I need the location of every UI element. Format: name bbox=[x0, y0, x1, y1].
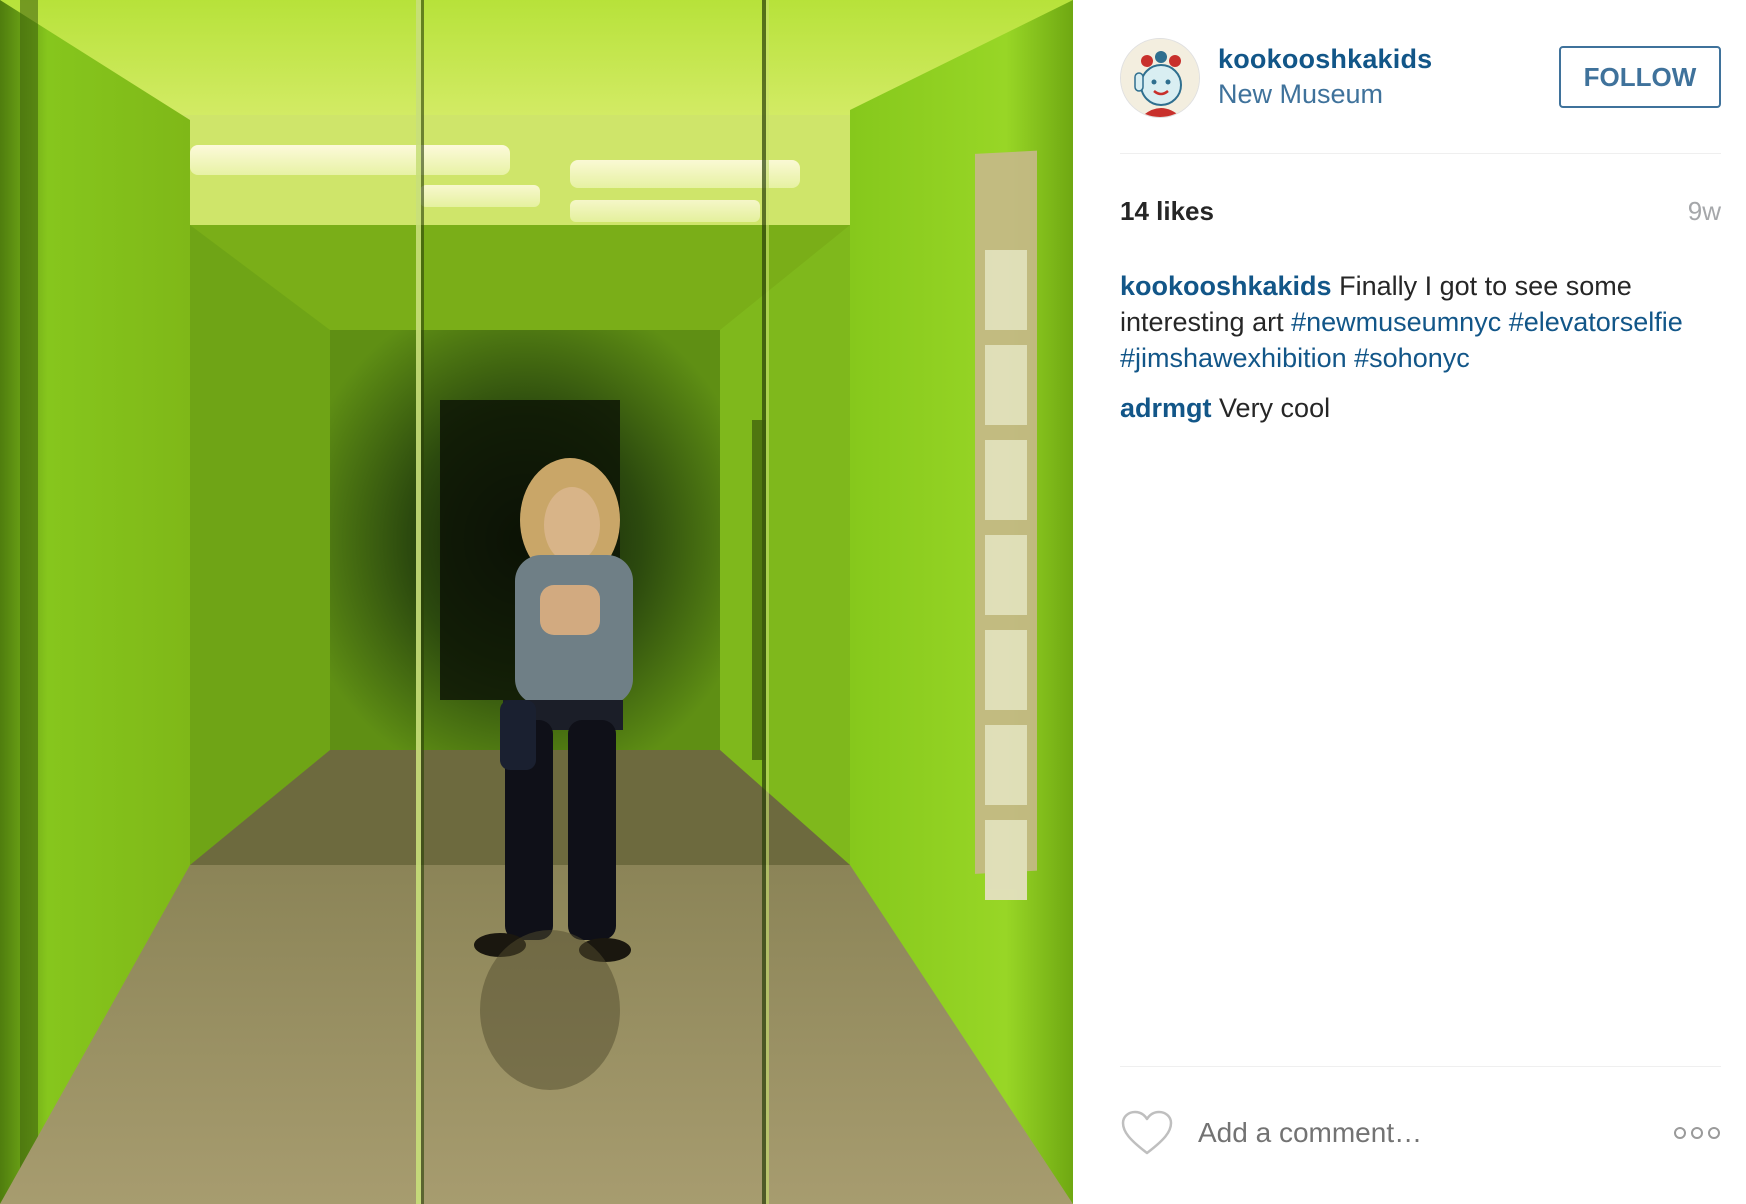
post-location[interactable]: New Museum bbox=[1218, 79, 1383, 110]
avatar[interactable] bbox=[1120, 38, 1200, 118]
post-stats: 14 likes 9w bbox=[1120, 196, 1721, 232]
post-username[interactable]: kookooshkakids bbox=[1218, 44, 1432, 75]
post-time-ago[interactable]: 9w bbox=[1688, 196, 1721, 227]
comment-item: adrmgt Very cool bbox=[1120, 390, 1721, 426]
avatar-icon bbox=[1121, 39, 1199, 117]
post-details-panel: kookooshkakids New Museum FOLLOW 14 like… bbox=[1073, 0, 1746, 1204]
comment-username[interactable]: adrmgt bbox=[1120, 393, 1212, 423]
post-header: kookooshkakids New Museum FOLLOW bbox=[1120, 38, 1721, 154]
hashtag-link[interactable]: #jimshawexhibition bbox=[1120, 343, 1347, 373]
add-comment-input[interactable] bbox=[1198, 1111, 1638, 1155]
heart-icon[interactable] bbox=[1120, 1109, 1174, 1157]
hashtag-link[interactable]: #newmuseumnyc bbox=[1291, 307, 1501, 337]
comment-bar bbox=[1120, 1066, 1721, 1204]
comment-list: kookooshkakids Finally I got to see some… bbox=[1120, 268, 1721, 440]
instagram-post: kookooshkakids New Museum FOLLOW 14 like… bbox=[0, 0, 1746, 1204]
post-photo[interactable] bbox=[0, 0, 1073, 1204]
more-options-icon[interactable] bbox=[1673, 1125, 1721, 1141]
caption-username[interactable]: kookooshkakids bbox=[1120, 271, 1332, 301]
likes-count[interactable]: 14 likes bbox=[1120, 196, 1214, 227]
follow-button[interactable]: FOLLOW bbox=[1559, 46, 1721, 108]
elevator-selfie-image bbox=[0, 0, 1073, 1204]
caption: kookooshkakids Finally I got to see some… bbox=[1120, 268, 1721, 376]
comment-text: Very cool bbox=[1219, 393, 1331, 423]
hashtag-link[interactable]: #sohonyc bbox=[1354, 343, 1470, 373]
hashtag-link[interactable]: #elevatorselfie bbox=[1509, 307, 1683, 337]
